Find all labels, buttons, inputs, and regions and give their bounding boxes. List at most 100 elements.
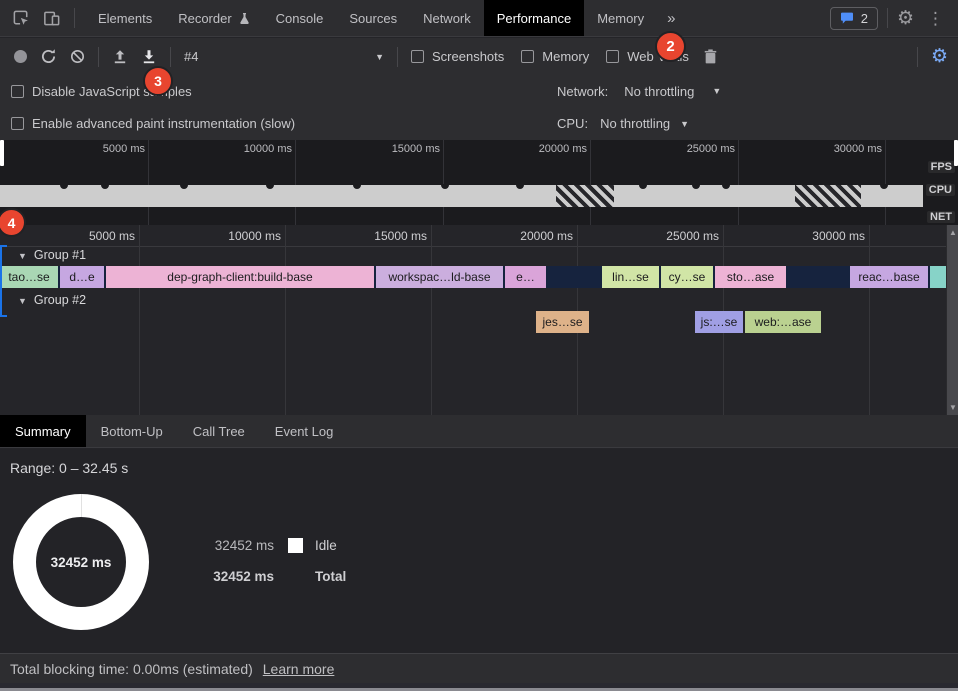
divider [917,47,918,67]
history-dropdown[interactable]: #4 ▼ [184,49,384,64]
flame-bar[interactable]: jes…se [536,311,589,333]
overview-gridline [443,140,444,225]
scroll-down-icon[interactable]: ▼ [947,403,958,412]
total-blocking-time-text: Total blocking time: 0.00ms (estimated) [10,661,253,677]
details-tab-event-log[interactable]: Event Log [260,415,349,447]
checkbox[interactable] [606,50,619,63]
details-tab-summary[interactable]: Summary [0,415,86,447]
timeline-overview[interactable]: 5000 ms10000 ms15000 ms20000 ms25000 ms3… [0,140,958,225]
cpu-band-notch [353,184,361,189]
checkbox-label: Screenshots [432,49,504,64]
overview-gridline [295,140,296,225]
capture-settings-row-2: Enable advanced paint instrumentation (s… [0,107,958,140]
group-header-group-1[interactable]: ▼ Group #1 [18,248,86,262]
overview-gridline [590,140,591,225]
panel-tabs: Elements Recorder ConsoleSourcesNetwork Per… [85,0,657,36]
more-tabs-button[interactable]: » [657,10,685,27]
tab-sources[interactable]: Sources [336,0,410,36]
cpu-label: CPU: [557,116,588,131]
footer-bar: Total blocking time: 0.00ms (estimated) … [0,653,958,683]
tab-label: Memory [597,11,644,26]
flame-tick-label: 5000 ms [45,229,135,243]
flame-bar[interactable]: js:…se [695,311,743,333]
learn-more-link[interactable]: Learn more [263,661,335,677]
tab-memory[interactable]: Memory [584,0,657,36]
donut-center-value: 32452 ms [13,494,149,630]
load-profile-icon[interactable] [112,49,128,65]
clear-recording-icon[interactable] [70,49,85,64]
tab-network[interactable]: Network [410,0,484,36]
group-track: jes…se js:…seweb:…ase [0,311,946,333]
tab-label: Performance [497,11,571,26]
selection-bracket [0,245,7,317]
settings-gear-icon[interactable]: ⚙ [897,9,914,28]
tab-recorder[interactable]: Recorder [165,0,262,36]
overview-tick-label: 10000 ms [202,143,292,155]
cpu-activity-band [0,185,923,207]
checkbox[interactable] [11,117,24,130]
flame-bar[interactable]: lin…se [602,266,659,288]
cpu-band-notch [880,184,888,189]
collapse-triangle-icon[interactable]: ▼ [18,296,27,306]
cpu-band-notch [266,184,274,189]
device-toolbar-icon[interactable] [36,4,66,32]
details-tab-bottom-up[interactable]: Bottom-Up [86,415,178,447]
record-button[interactable] [14,50,27,63]
flame-bar[interactable]: reac…base [850,266,928,288]
screenshots-checkbox[interactable]: Screenshots [411,49,504,64]
cpu-band-notch [441,184,449,189]
flask-icon [239,12,250,25]
details-tab-call-tree[interactable]: Call Tree [178,415,260,447]
group-header-group-2[interactable]: ▼Group #2 [18,293,86,307]
chevron-down-icon[interactable]: ▼ [712,86,721,96]
tab-performance[interactable]: Performance [484,0,584,36]
lane-label-cpu: CPU [926,184,955,196]
flame-bar[interactable]: tao…se [0,266,58,288]
console-messages-button[interactable]: 2 [830,7,878,30]
advanced-paint-checkbox[interactable]: Enable advanced paint instrumentation (s… [11,116,295,131]
overview-tick-label: 5000 ms [55,143,145,155]
flame-bar[interactable]: web:…ase [745,311,821,333]
reload-and-record-button[interactable] [40,48,57,65]
checkbox[interactable] [11,85,24,98]
flame-tick-label: 30000 ms [775,229,865,243]
divider [74,8,75,28]
memory-checkbox[interactable]: Memory [521,49,589,64]
collapse-triangle-icon[interactable]: ▼ [18,251,27,261]
flame-chart[interactable]: 5000 ms10000 ms15000 ms20000 ms25000 ms3… [0,225,958,415]
flame-bar[interactable]: e… [505,266,546,288]
flame-bar[interactable]: workspac…ld-base [376,266,503,288]
cpu-throttling-control: CPU: No throttling ▼ [557,107,689,140]
checkbox[interactable] [411,50,424,63]
divider [98,47,99,67]
flame-bar[interactable]: sto…ase [715,266,786,288]
tab-elements[interactable]: Elements [85,0,165,36]
kebab-menu-icon[interactable]: ⋮ [923,10,948,27]
inspect-element-icon[interactable] [6,4,36,32]
cpu-band-notch [60,184,68,189]
cpu-throttling-dropdown[interactable]: No throttling [600,116,670,131]
flame-scrollbar[interactable]: ▲ ▼ [946,225,958,415]
cpu-band-notch [639,184,647,189]
scroll-up-icon[interactable]: ▲ [947,228,958,237]
capture-settings-gear-icon[interactable]: ⚙ [931,47,948,66]
flame-bar[interactable]: cy…se [661,266,713,288]
chevron-down-icon: ▼ [375,52,384,62]
overview-tick-label: 25000 ms [645,143,735,155]
flame-bar[interactable]: d…e [60,266,104,288]
tab-label: Recorder [178,11,231,26]
group-label: Group #1 [34,248,86,262]
tab-console[interactable]: Console [263,0,337,36]
overview-right-handle[interactable] [954,140,958,166]
checkbox[interactable] [521,50,534,63]
overview-left-handle[interactable] [0,140,4,166]
save-profile-icon[interactable] [141,49,157,65]
flame-bar[interactable]: dep-graph-client:build-base [106,266,374,288]
lane-label-fps: FPS [928,161,955,173]
flame-bar[interactable] [930,266,946,288]
chevron-down-icon[interactable]: ▼ [680,119,689,129]
cpu-idle-hatch [556,185,614,207]
trash-icon[interactable] [704,49,717,64]
network-throttling-dropdown[interactable]: No throttling [624,84,694,99]
range-label: Range: 0 – 32.45 s [10,460,128,476]
